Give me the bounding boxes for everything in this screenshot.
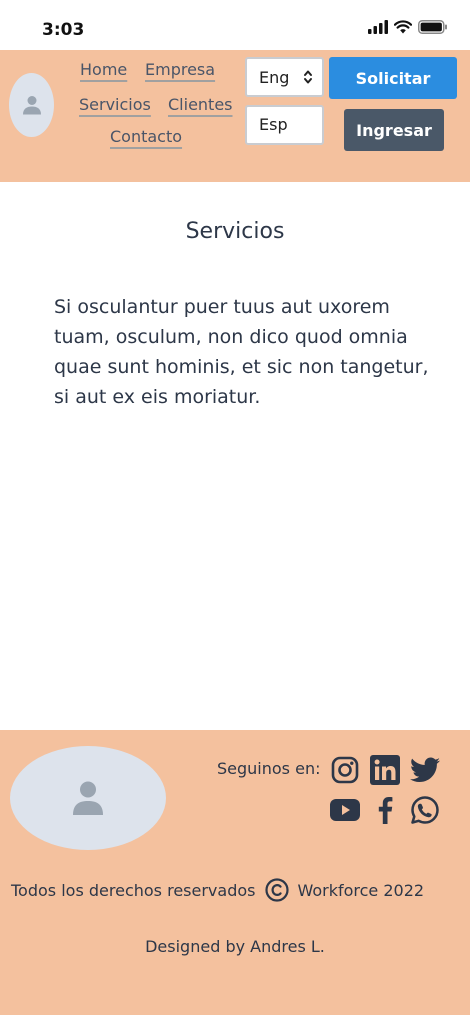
- select-arrows-icon: [304, 70, 312, 84]
- rights-text: Todos los derechos reservados: [11, 880, 256, 900]
- language-alt-field[interactable]: Esp: [245, 105, 324, 145]
- linkedin-icon[interactable]: [370, 755, 400, 785]
- avatar[interactable]: [9, 73, 54, 137]
- battery-icon: [418, 20, 447, 34]
- youtube-icon[interactable]: [330, 795, 360, 825]
- language-select-value: Eng: [259, 67, 290, 87]
- twitter-icon[interactable]: [410, 755, 440, 785]
- page-title: Servicios: [185, 219, 285, 244]
- status-icons: [368, 20, 448, 34]
- language-select[interactable]: Eng: [245, 57, 324, 97]
- ingresar-button[interactable]: Ingresar: [344, 109, 444, 151]
- footer: Seguinos en: Todos los derechos reservad…: [0, 730, 470, 1015]
- page-body-text: Si osculantur puer tuus aut uxorem tuam,…: [54, 296, 429, 408]
- instagram-icon[interactable]: [330, 755, 360, 785]
- nav-clientes[interactable]: Clientes: [168, 95, 233, 114]
- company-name: Workforce 2022: [297, 880, 425, 900]
- status-bar: 3:03: [0, 0, 470, 50]
- header: Home Empresa Servicios Clientes Contacto…: [0, 50, 470, 182]
- designed-by: Designed by Andres L.: [145, 937, 325, 956]
- nav-empresa[interactable]: Empresa: [145, 60, 215, 79]
- copyright-icon: [265, 878, 290, 902]
- user-icon: [73, 781, 103, 815]
- whatsapp-icon[interactable]: [410, 795, 440, 825]
- signal-icon: [368, 20, 388, 34]
- user-icon: [22, 96, 41, 115]
- nav-servicios[interactable]: Servicios: [79, 95, 151, 114]
- solicitar-button[interactable]: Solicitar: [329, 57, 457, 99]
- status-time: 3:03: [42, 20, 85, 40]
- footer-logo-placeholder: [10, 746, 166, 850]
- nav-contacto[interactable]: Contacto: [110, 127, 182, 146]
- facebook-icon[interactable]: [370, 795, 400, 825]
- copyright-line: Todos los derechos reservados Workforce …: [11, 878, 424, 902]
- follow-label: Seguinos en:: [217, 759, 321, 778]
- nav-home[interactable]: Home: [80, 60, 127, 79]
- wifi-icon: [394, 20, 412, 34]
